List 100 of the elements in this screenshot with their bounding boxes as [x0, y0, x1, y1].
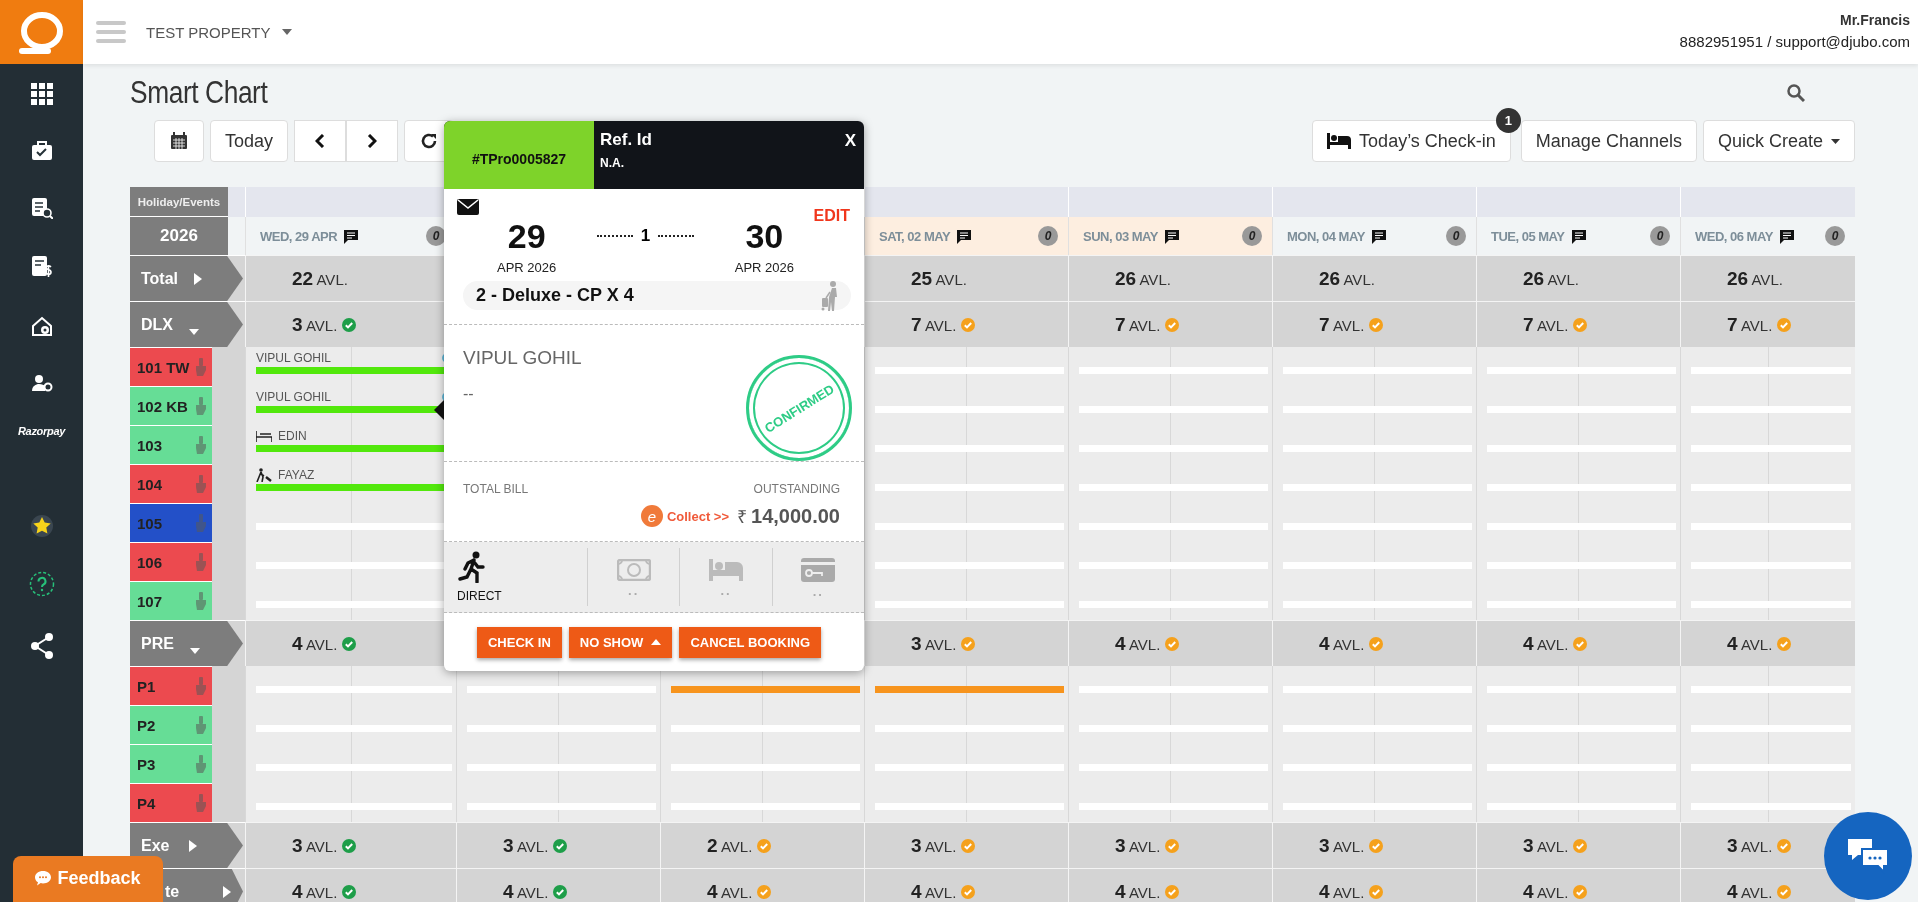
brush-icon[interactable] — [194, 475, 206, 493]
search-icon[interactable] — [1787, 84, 1805, 102]
help-icon[interactable] — [28, 571, 55, 597]
empty-lane[interactable] — [671, 764, 860, 771]
empty-lane[interactable] — [1487, 601, 1676, 608]
room-label[interactable]: 107 — [130, 581, 212, 620]
mail-icon[interactable] — [457, 199, 479, 215]
empty-lane[interactable] — [671, 803, 860, 810]
empty-lane[interactable] — [875, 803, 1064, 810]
previous-button[interactable] — [294, 120, 347, 162]
empty-lane[interactable] — [1283, 562, 1472, 569]
guest-name[interactable]: VIPUL GOHIL — [256, 390, 331, 404]
comment-icon[interactable] — [1570, 228, 1587, 244]
comment-icon[interactable] — [1778, 228, 1795, 244]
empty-lane[interactable] — [1079, 686, 1268, 693]
empty-lane[interactable] — [875, 367, 1064, 374]
empty-lane[interactable] — [256, 764, 452, 771]
empty-lane[interactable] — [1691, 523, 1851, 530]
empty-lane[interactable] — [1079, 562, 1268, 569]
user-settings-icon[interactable] — [30, 373, 53, 393]
action-button[interactable]: NO SHOW — [568, 626, 673, 658]
empty-lane[interactable] — [1691, 445, 1851, 452]
empty-lane[interactable] — [1691, 406, 1851, 413]
room-label[interactable]: 106 — [130, 542, 212, 581]
empty-lane[interactable] — [1487, 562, 1676, 569]
empty-lane[interactable] — [467, 764, 656, 771]
empty-lane[interactable] — [875, 562, 1064, 569]
category-toggle[interactable]: PRE — [130, 621, 243, 666]
empty-lane[interactable] — [1283, 686, 1472, 693]
empty-lane[interactable] — [875, 601, 1064, 608]
brush-icon[interactable] — [194, 358, 206, 376]
collect-link[interactable]: Collect >> — [666, 508, 729, 524]
star-badge-icon[interactable] — [28, 513, 55, 539]
app-logo[interactable] — [0, 0, 83, 64]
empty-lane[interactable] — [1691, 484, 1851, 491]
empty-lane[interactable] — [1487, 764, 1676, 771]
guest-name[interactable]: VIPUL GOHIL — [256, 351, 331, 365]
guest-name[interactable]: FAYAZ — [278, 468, 315, 482]
empty-lane[interactable] — [1691, 367, 1851, 374]
gear-home-icon[interactable] — [30, 315, 53, 337]
feedback-button[interactable]: Feedback — [13, 856, 163, 902]
category-toggle[interactable]: Exe — [130, 823, 243, 868]
empty-lane[interactable] — [1487, 445, 1676, 452]
empty-lane[interactable] — [1079, 764, 1268, 771]
event-cell[interactable] — [1068, 187, 1272, 217]
property-selector[interactable]: TEST PROPERTY — [146, 23, 293, 41]
brush-icon[interactable] — [194, 553, 206, 571]
close-button[interactable]: X — [836, 121, 864, 161]
empty-lane[interactable] — [875, 484, 1064, 491]
event-cell[interactable] — [864, 187, 1068, 217]
empty-lane[interactable] — [256, 725, 452, 732]
brush-icon[interactable] — [194, 716, 206, 734]
empty-lane[interactable] — [1691, 562, 1851, 569]
empty-lane[interactable] — [1079, 725, 1268, 732]
briefcase-icon[interactable] — [30, 141, 53, 161]
empty-lane[interactable] — [875, 523, 1064, 530]
category-toggle[interactable]: Total — [130, 256, 243, 301]
room-label[interactable]: 102 KB — [130, 386, 212, 425]
checklist-icon[interactable] — [30, 197, 53, 219]
menu-icon[interactable] — [96, 20, 126, 44]
empty-lane[interactable] — [875, 445, 1064, 452]
empty-lane[interactable] — [1283, 406, 1472, 413]
empty-lane[interactable] — [1487, 367, 1676, 374]
empty-lane[interactable] — [256, 803, 452, 810]
empty-lane[interactable] — [1691, 601, 1851, 608]
empty-lane[interactable] — [1283, 725, 1472, 732]
edit-link[interactable]: EDIT — [813, 207, 850, 225]
room-label[interactable]: 105 — [130, 503, 212, 542]
event-cell[interactable] — [1476, 187, 1680, 217]
empty-lane[interactable] — [1691, 725, 1851, 732]
empty-lane[interactable] — [467, 686, 656, 693]
empty-lane[interactable] — [1079, 367, 1268, 374]
empty-lane[interactable] — [875, 764, 1064, 771]
invoice-icon[interactable] — [30, 255, 53, 279]
room-label[interactable]: P2 — [130, 705, 212, 744]
room-label[interactable]: 103 — [130, 425, 212, 464]
action-button[interactable]: CANCEL BOOKING — [679, 626, 822, 658]
empty-lane[interactable] — [1079, 445, 1268, 452]
brush-icon[interactable] — [194, 514, 206, 532]
quick-create-button[interactable]: Quick Create — [1702, 120, 1855, 162]
empty-lane[interactable] — [1487, 484, 1676, 491]
empty-lane[interactable] — [1691, 686, 1851, 693]
comment-icon[interactable] — [956, 228, 973, 244]
today-button[interactable]: Today — [210, 120, 289, 162]
event-cell[interactable] — [1272, 187, 1476, 217]
empty-lane[interactable] — [1487, 686, 1676, 693]
empty-lane[interactable] — [467, 803, 656, 810]
brush-icon[interactable] — [194, 592, 206, 610]
empty-lane[interactable] — [1487, 803, 1676, 810]
empty-lane[interactable] — [1283, 367, 1472, 374]
category-toggle[interactable]: DLX — [130, 302, 243, 347]
event-cell[interactable] — [1680, 187, 1855, 217]
payment-badge[interactable]: e — [640, 505, 663, 527]
empty-lane[interactable] — [1079, 406, 1268, 413]
calendar-button[interactable] — [154, 120, 204, 162]
room-label[interactable]: P1 — [130, 666, 212, 705]
empty-lane[interactable] — [1079, 484, 1268, 491]
comment-icon[interactable] — [1370, 228, 1387, 244]
empty-lane[interactable] — [1487, 725, 1676, 732]
brush-icon[interactable] — [194, 397, 206, 415]
